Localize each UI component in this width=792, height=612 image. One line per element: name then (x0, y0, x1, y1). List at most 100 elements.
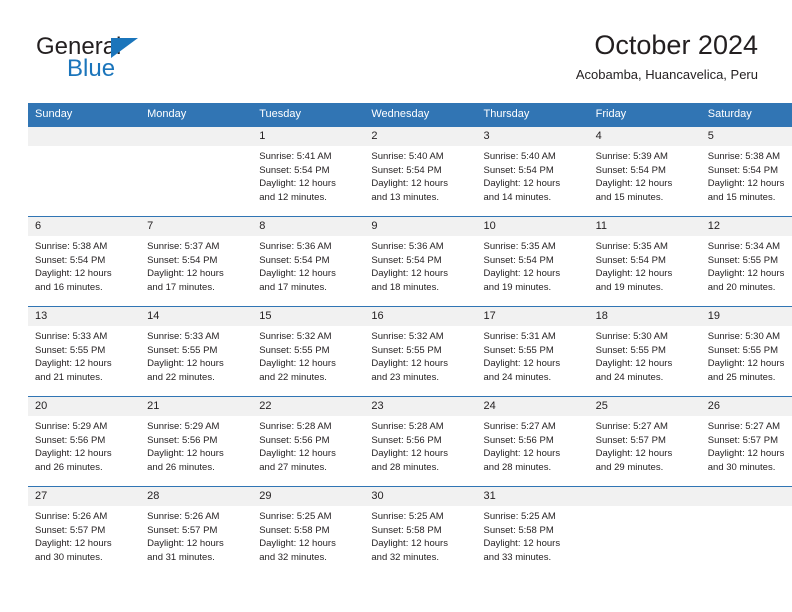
daylight-text-cont: and 15 minutes. (595, 191, 664, 203)
sunset-text: Sunset: 5:56 PM (259, 434, 330, 446)
sunrise-text: Sunrise: 5:35 AM (595, 241, 668, 252)
calendar-day-cell[interactable]: 5 Sunrise: 5:38 AM Sunset: 5:54 PM Daylight… (700, 126, 792, 217)
day-number: 22 (252, 397, 365, 416)
calendar-day-cell[interactable]: 18 Sunrise: 5:30 AM Sunset: 5:55 PM Dayligh… (588, 306, 701, 397)
sunset-text: Sunset: 5:54 PM (147, 254, 218, 266)
daylight-text: Daylight: 12 hours (371, 178, 448, 190)
daylight-text: Daylight: 12 hours (371, 358, 448, 370)
calendar-day-cell[interactable]: 11 Sunrise: 5:35 AM Sunset: 5:54 PM Dayligh… (588, 216, 701, 307)
calendar-day-cell[interactable]: 2 Sunrise: 5:40 AM Sunset: 5:54 PM Daylight… (364, 126, 477, 217)
calendar-day-cell[interactable]: 15 Sunrise: 5:32 AM Sunset: 5:55 PM Dayligh… (252, 306, 365, 397)
calendar-day-cell[interactable]: 29 Sunrise: 5:25 AM Sunset: 5:58 PM Dayligh… (252, 486, 365, 576)
daylight-text: Daylight: 12 hours (147, 448, 224, 460)
day-number: 23 (364, 397, 477, 416)
calendar-day-cell[interactable]: 4 Sunrise: 5:39 AM Sunset: 5:54 PM Daylight… (588, 126, 701, 217)
calendar-day-cell[interactable]: 31 Sunrise: 5:25 AM Sunset: 5:58 PM Dayligh… (476, 486, 589, 576)
brand-logo[interactable]: General Blue (36, 33, 266, 91)
day-number: 18 (588, 307, 701, 326)
sunset-text: Sunset: 5:55 PM (707, 254, 778, 266)
daylight-text: Daylight: 12 hours (483, 358, 561, 370)
weekday-header-saturday: Saturday (700, 103, 792, 127)
sunset-text: Sunset: 5:55 PM (707, 344, 778, 356)
daylight-text-cont: and 33 minutes. (483, 551, 552, 563)
sunset-text: Sunset: 5:55 PM (483, 344, 554, 356)
calendar-day-cell[interactable]: 28 Sunrise: 5:26 AM Sunset: 5:57 PM Dayligh… (140, 486, 253, 576)
calendar-day-cell[interactable]: 9 Sunrise: 5:36 AM Sunset: 5:54 PM Daylight… (364, 216, 477, 307)
daylight-text-cont: and 16 minutes. (35, 281, 103, 293)
sunset-text: Sunset: 5:54 PM (483, 164, 554, 176)
calendar-day-cell[interactable]: 30 Sunrise: 5:25 AM Sunset: 5:58 PM Dayligh… (364, 486, 477, 576)
sunrise-text: Sunrise: 5:40 AM (371, 151, 444, 162)
calendar-day-cell[interactable]: 10 Sunrise: 5:35 AM Sunset: 5:54 PM Dayligh… (476, 216, 589, 307)
day-number: 1 (252, 127, 365, 146)
daylight-text-cont: and 24 minutes. (483, 371, 552, 383)
day-number (588, 487, 701, 506)
calendar-day-cell-empty (140, 126, 253, 217)
day-number: 20 (28, 397, 141, 416)
daylight-text-cont: and 12 minutes. (259, 191, 327, 203)
day-detail-block: Sunrise: 5:31 AM Sunset: 5:55 PM Daylight:… (477, 326, 589, 384)
calendar-day-cell[interactable]: 23 Sunrise: 5:28 AM Sunset: 5:56 PM Dayligh… (364, 396, 477, 487)
calendar-day-cell[interactable]: 19 Sunrise: 5:30 AM Sunset: 5:55 PM Dayligh… (700, 306, 792, 397)
daylight-text-cont: and 32 minutes. (259, 551, 327, 563)
page-header: General Blue October 2024 Acobamba, Huan… (28, 28, 764, 98)
day-detail-block: Sunrise: 5:25 AM Sunset: 5:58 PM Daylight:… (364, 506, 476, 564)
day-detail-block: Sunrise: 5:32 AM Sunset: 5:55 PM Daylight:… (252, 326, 364, 384)
sunset-text: Sunset: 5:54 PM (371, 164, 442, 176)
sunset-text: Sunset: 5:54 PM (483, 254, 554, 266)
day-number: 30 (364, 487, 477, 506)
day-detail-block: Sunrise: 5:38 AM Sunset: 5:54 PM Daylight:… (28, 236, 140, 294)
calendar-day-cell[interactable]: 25 Sunrise: 5:27 AM Sunset: 5:57 PM Dayligh… (588, 396, 701, 487)
daylight-text: Daylight: 12 hours (35, 358, 112, 370)
calendar-day-cell[interactable]: 17 Sunrise: 5:31 AM Sunset: 5:55 PM Dayligh… (476, 306, 589, 397)
day-detail-block: Sunrise: 5:34 AM Sunset: 5:55 PM Daylight:… (701, 236, 792, 294)
daylight-text: Daylight: 12 hours (483, 448, 561, 460)
day-number: 17 (476, 307, 589, 326)
sunrise-text: Sunrise: 5:28 AM (259, 421, 332, 432)
calendar-week-row: 13 Sunrise: 5:33 AM Sunset: 5:55 PM Dayligh… (28, 306, 792, 397)
calendar-day-cell[interactable]: 26 Sunrise: 5:27 AM Sunset: 5:57 PM Dayligh… (700, 396, 792, 487)
weekday-header-thursday: Thursday (476, 103, 589, 127)
day-number: 3 (476, 127, 589, 146)
sunset-text: Sunset: 5:55 PM (595, 344, 666, 356)
daylight-text-cont: and 26 minutes. (35, 461, 103, 473)
daylight-text: Daylight: 12 hours (707, 448, 785, 460)
calendar-day-cell[interactable]: 27 Sunrise: 5:26 AM Sunset: 5:57 PM Dayligh… (28, 486, 141, 576)
calendar-day-cell[interactable]: 21 Sunrise: 5:29 AM Sunset: 5:56 PM Dayligh… (140, 396, 253, 487)
calendar-day-cell[interactable]: 7 Sunrise: 5:37 AM Sunset: 5:54 PM Daylight… (140, 216, 253, 307)
calendar-table: Sunday Monday Tuesday Wednesday Thursday Frid… (28, 103, 792, 576)
daylight-text-cont: and 17 minutes. (147, 281, 215, 293)
calendar-day-cell[interactable]: 1 Sunrise: 5:41 AM Sunset: 5:54 PM Daylight… (252, 126, 365, 217)
calendar-day-cell[interactable]: 22 Sunrise: 5:28 AM Sunset: 5:56 PM Dayligh… (252, 396, 365, 487)
calendar-day-cell[interactable]: 8 Sunrise: 5:36 AM Sunset: 5:54 PM Daylight… (252, 216, 365, 307)
sunset-text: Sunset: 5:54 PM (595, 254, 666, 266)
calendar-day-cell[interactable]: 12 Sunrise: 5:34 AM Sunset: 5:55 PM Dayligh… (700, 216, 792, 307)
sunrise-text: Sunrise: 5:28 AM (371, 421, 444, 432)
day-detail-block: Sunrise: 5:25 AM Sunset: 5:58 PM Daylight:… (477, 506, 589, 564)
day-detail-block: Sunrise: 5:28 AM Sunset: 5:56 PM Daylight:… (364, 416, 476, 474)
sunset-text: Sunset: 5:58 PM (483, 524, 554, 536)
calendar-day-cell[interactable]: 20 Sunrise: 5:29 AM Sunset: 5:56 PM Dayligh… (28, 396, 141, 487)
day-detail-block: Sunrise: 5:27 AM Sunset: 5:57 PM Daylight:… (701, 416, 792, 474)
sunrise-text: Sunrise: 5:40 AM (483, 151, 556, 162)
day-number: 24 (476, 397, 589, 416)
calendar-day-cell[interactable]: 3 Sunrise: 5:40 AM Sunset: 5:54 PM Daylight… (476, 126, 589, 217)
day-number: 15 (252, 307, 365, 326)
calendar-day-cell[interactable]: 14 Sunrise: 5:33 AM Sunset: 5:55 PM Dayligh… (140, 306, 253, 397)
day-number: 11 (588, 217, 701, 236)
calendar-day-cell[interactable]: 6 Sunrise: 5:38 AM Sunset: 5:54 PM Daylight… (28, 216, 141, 307)
sunset-text: Sunset: 5:54 PM (35, 254, 106, 266)
day-detail-block: Sunrise: 5:33 AM Sunset: 5:55 PM Daylight:… (28, 326, 140, 384)
day-detail-block: Sunrise: 5:26 AM Sunset: 5:57 PM Daylight:… (140, 506, 252, 564)
sunrise-text: Sunrise: 5:32 AM (259, 331, 332, 342)
day-detail-block: Sunrise: 5:40 AM Sunset: 5:54 PM Daylight:… (477, 146, 589, 204)
sunrise-text: Sunrise: 5:41 AM (259, 151, 332, 162)
calendar-day-cell[interactable]: 13 Sunrise: 5:33 AM Sunset: 5:55 PM Dayligh… (28, 306, 141, 397)
sunset-text: Sunset: 5:54 PM (595, 164, 666, 176)
sunrise-text: Sunrise: 5:30 AM (707, 331, 781, 342)
daylight-text-cont: and 15 minutes. (707, 191, 776, 203)
daylight-text: Daylight: 12 hours (371, 448, 448, 460)
calendar-day-cell[interactable]: 24 Sunrise: 5:27 AM Sunset: 5:56 PM Dayligh… (476, 396, 589, 487)
calendar-day-cell[interactable]: 16 Sunrise: 5:32 AM Sunset: 5:55 PM Dayligh… (364, 306, 477, 397)
daylight-text: Daylight: 12 hours (147, 358, 224, 370)
